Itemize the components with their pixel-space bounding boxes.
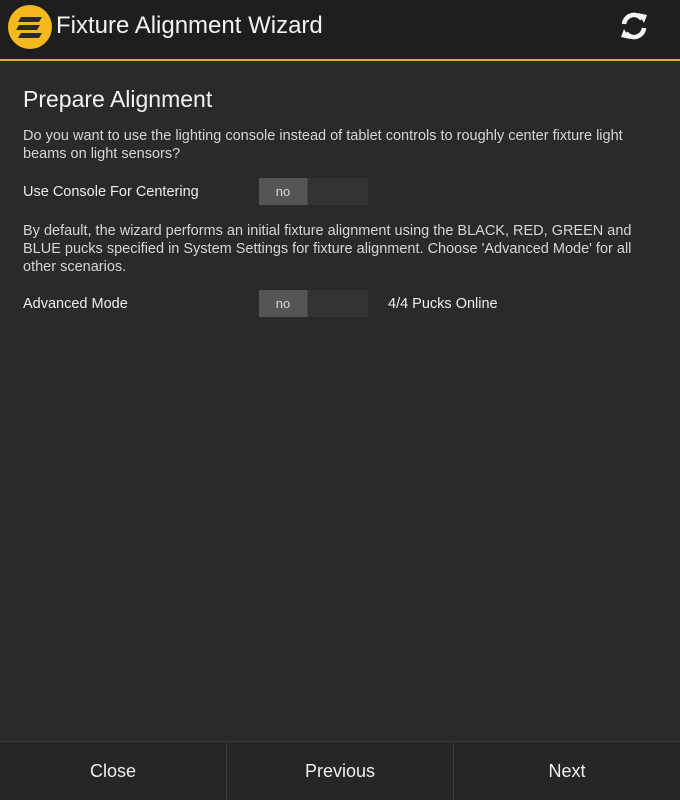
advanced-mode-toggle[interactable]: no (259, 290, 368, 317)
next-button[interactable]: Next (453, 742, 680, 800)
app-window: Fixture Alignment Wizard Prepare Alignme… (0, 0, 680, 800)
close-button[interactable]: Close (0, 742, 226, 800)
refresh-icon[interactable] (617, 9, 651, 43)
advanced-mode-toggle-value: no (259, 290, 308, 317)
app-title: Fixture Alignment Wizard (56, 12, 323, 39)
console-centering-toggle-value: no (259, 178, 308, 205)
console-centering-toggle[interactable]: no (259, 178, 368, 205)
pucks-online-status: 4/4 Pucks Online (388, 296, 498, 312)
advanced-mode-description: By default, the wizard performs an initi… (23, 223, 632, 275)
section-title: Prepare Alignment (23, 86, 213, 112)
console-question-text: Do you want to use the lighting console … (23, 128, 623, 162)
wizard-footer: Close Previous Next (0, 741, 680, 800)
console-centering-label: Use Console For Centering (23, 184, 199, 200)
advanced-mode-label: Advanced Mode (23, 296, 128, 312)
app-logo-icon (8, 5, 52, 49)
previous-button[interactable]: Previous (226, 742, 453, 800)
title-bar: Fixture Alignment Wizard (0, 0, 680, 61)
